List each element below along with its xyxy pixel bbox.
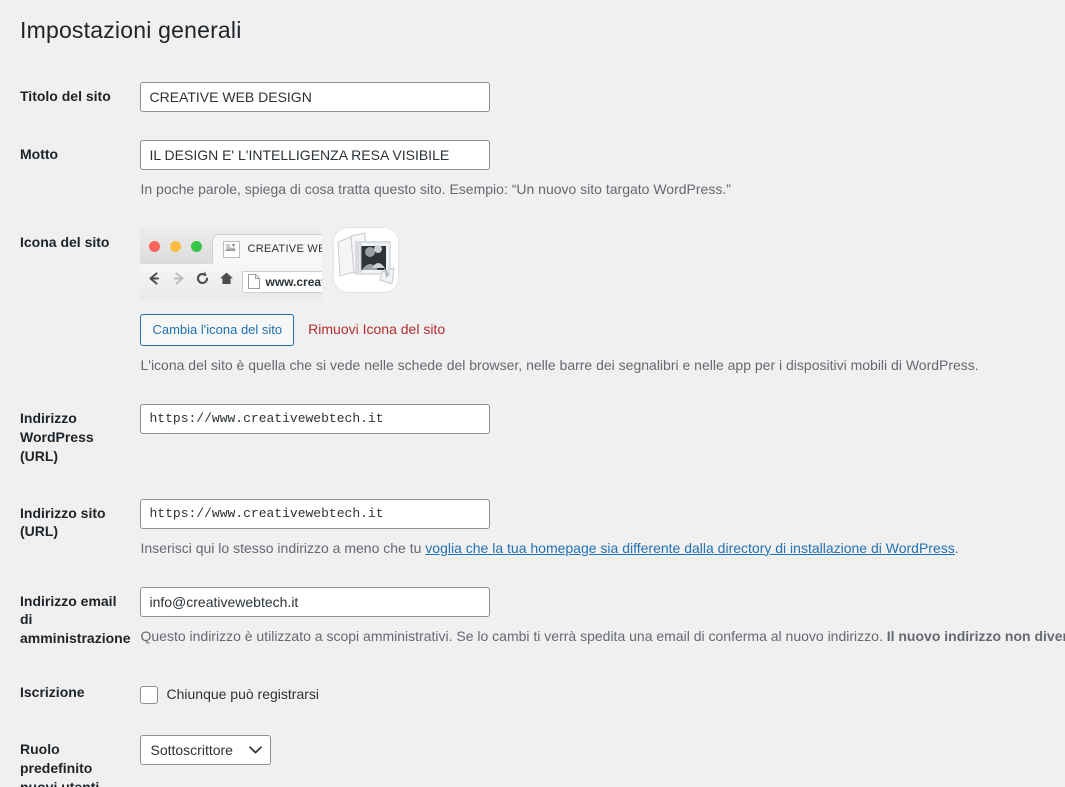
browser-preview-url-bar: www.creativewebtech.it: [242, 270, 323, 293]
field-row-wordpress-address: Indirizzo WordPress (URL): [0, 390, 1065, 485]
home-icon: [218, 270, 235, 293]
favicon-preview-icon: [223, 240, 241, 258]
wordpress-address-input[interactable]: [140, 403, 491, 434]
chevron-down-icon: [249, 746, 263, 754]
browser-preview-url-text: www.creativewebtech.it: [265, 274, 322, 289]
membership-checkbox-label[interactable]: Chiunque può registrarsi: [166, 684, 319, 705]
membership-checkbox[interactable]: [140, 685, 159, 704]
browser-preview-tab: CREATIVE WEB DESIGN: [212, 233, 323, 264]
default-role-selected-value: Sottoscrittore: [150, 741, 233, 758]
field-row-default-role: Ruolo predefinito nuovi utenti Sottoscri…: [0, 721, 1065, 787]
forward-arrow-icon: [170, 270, 187, 293]
site-title-input[interactable]: [140, 81, 491, 112]
field-row-site-icon: Icona del sito CREATIVE W www.crea Cambi…: [0, 214, 1065, 390]
window-control-dots: [149, 240, 203, 252]
remove-site-icon-link[interactable]: Rimuovi Icona del sito: [308, 319, 445, 340]
browser-preview-navbar: www.creativewebtech.it: [140, 263, 323, 300]
site-address-cell: Inserisci qui lo stesso indirizzo a meno…: [140, 485, 1065, 573]
membership-checkbox-row[interactable]: Chiunque può registrarsi: [140, 681, 1065, 705]
default-role-label: Ruolo predefinito nuovi utenti: [20, 741, 100, 787]
page-icon: [248, 274, 261, 290]
wordpress-address-label: Indirizzo WordPress (URL): [20, 409, 94, 464]
field-row-site-address: Indirizzo sito (URL) Inserisci qui lo st…: [0, 485, 1065, 573]
tagline-label: Motto: [20, 145, 59, 162]
admin-email-cell: Questo indirizzo è utilizzato a scopi am…: [140, 573, 1065, 668]
site-address-description-suffix: .: [954, 539, 959, 556]
page-title: Impostazioni generali: [20, 17, 242, 43]
maximize-dot-icon: [191, 240, 203, 252]
site-address-label: Indirizzo sito (URL): [20, 504, 106, 540]
membership-cell: Chiunque può registrarsi: [140, 667, 1065, 721]
tagline-description: In poche parole, spiega di cosa tratta q…: [140, 180, 731, 197]
site-icon-cell: CREATIVE WEB DESIGN: [140, 214, 1065, 390]
field-row-membership: Iscrizione Chiunque può registrarsi: [0, 667, 1065, 721]
admin-email-input[interactable]: [140, 586, 491, 617]
site-address-description-text: Inserisci qui lo stesso indirizzo a meno…: [140, 539, 426, 556]
site-address-description: Inserisci qui lo stesso indirizzo a meno…: [140, 538, 1065, 559]
admin-email-label: Indirizzo email di amministrazione: [20, 592, 131, 647]
browser-preview-tab-title: CREATIVE WEB DESIGN: [247, 243, 322, 256]
reload-icon: [194, 270, 211, 293]
browser-preview: CREATIVE WEB DESIGN: [140, 227, 323, 300]
default-role-cell: Sottoscrittore: [140, 721, 1065, 787]
site-title-label: Titolo del sito: [20, 87, 111, 104]
site-address-help-link[interactable]: voglia che la tua homepage sia different…: [425, 540, 954, 556]
field-row-site-title: Titolo del sito: [0, 68, 1065, 126]
tagline-cell: In poche parole, spiega di cosa tratta q…: [140, 126, 1065, 214]
general-settings-page: Impostazioni generali Titolo del sito Mo…: [0, 0, 1065, 787]
back-arrow-icon: [146, 270, 163, 293]
site-icon-actions: Cambia l'icona del sito Rimuovi Icona de…: [140, 313, 1065, 346]
default-role-select[interactable]: Sottoscrittore: [140, 735, 272, 766]
browser-preview-tabbar: CREATIVE WEB DESIGN: [140, 227, 323, 264]
field-row-admin-email: Indirizzo email di amministrazione Quest…: [0, 573, 1065, 668]
close-dot-icon: [149, 240, 161, 252]
site-icon-label: Icona del sito: [20, 233, 110, 250]
admin-email-description-bold: Il nuovo indirizzo non diventerà attivo …: [886, 627, 1065, 644]
app-icon-preview: [334, 227, 399, 292]
site-icon-description: L'icona del sito è quella che si vede ne…: [140, 356, 979, 373]
field-row-tagline: Motto In poche parole, spiega di cosa tr…: [0, 126, 1065, 214]
site-title-cell: [140, 68, 1065, 126]
site-icon-preview-group: CREATIVE WEB DESIGN: [140, 227, 1065, 300]
membership-label: Iscrizione: [20, 684, 85, 701]
change-site-icon-button[interactable]: Cambia l'icona del sito: [140, 313, 295, 346]
minimize-dot-icon: [170, 240, 182, 252]
wordpress-address-cell: [140, 390, 1065, 485]
tagline-input[interactable]: [140, 139, 491, 170]
site-address-input[interactable]: [140, 498, 491, 529]
general-settings-form: Titolo del sito Motto In poche parole, s…: [0, 68, 1065, 787]
admin-email-description-text: Questo indirizzo è utilizzato a scopi am…: [140, 627, 887, 644]
admin-email-description: Questo indirizzo è utilizzato a scopi am…: [140, 626, 1065, 647]
